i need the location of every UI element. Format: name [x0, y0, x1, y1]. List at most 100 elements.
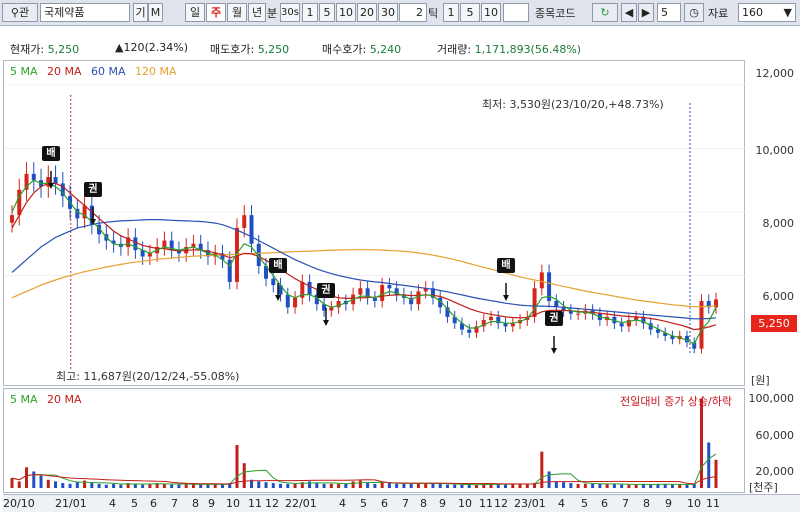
data-count-label: 자료 — [708, 7, 729, 20]
volume-bar — [445, 484, 449, 488]
y-tick: 6,000 — [762, 290, 795, 303]
volume-bar — [620, 484, 624, 488]
volume-bar — [257, 481, 261, 488]
step-field[interactable]: 5 — [657, 3, 681, 22]
tick-custom-field[interactable] — [503, 3, 529, 22]
x-tick: 23/01 — [514, 497, 546, 510]
minute-30-button[interactable]: 30 — [378, 3, 398, 22]
data-count-select[interactable]: 160 ▼ — [738, 3, 796, 22]
tick-count-field[interactable]: 2 — [399, 3, 427, 22]
minute-20-button[interactable]: 20 — [357, 3, 377, 22]
arrow-right-icon[interactable]: ▶ — [638, 3, 654, 22]
volume-chart-panel[interactable]: 5 MA 20 MA 전일대비 증가 상승/하락 — [3, 388, 745, 493]
volume-bar — [562, 482, 566, 488]
candle-body — [249, 215, 254, 244]
x-tick: 10 — [226, 497, 240, 510]
legend-20ma: 20 MA — [47, 65, 82, 78]
current-price: 현재가: 5,250 — [10, 43, 80, 56]
tick-5-button[interactable]: 5 — [460, 3, 480, 22]
dividend-marker[interactable]: 배 — [269, 258, 287, 273]
volume-bar — [612, 483, 616, 488]
volume-bar — [431, 483, 435, 488]
volume-bar — [678, 484, 682, 488]
volume-bar — [699, 398, 703, 488]
x-tick: 11 — [479, 497, 493, 510]
dividend-marker[interactable]: 배 — [497, 258, 515, 273]
minute-10-button[interactable]: 10 — [336, 3, 356, 22]
x-tick: 6 — [150, 497, 157, 510]
magnifier-icon: ⚲ — [10, 6, 19, 19]
volume-bar — [32, 471, 36, 488]
volume-bar — [90, 483, 94, 488]
minute-label: 분 — [267, 7, 278, 20]
tab-weekly[interactable]: 주 — [206, 3, 226, 22]
x-tick: 8 — [192, 497, 199, 510]
dividend-marker[interactable]: 배 — [42, 146, 60, 161]
refresh-icon[interactable]: ↻ — [592, 3, 618, 22]
legend-120ma: 120 MA — [135, 65, 177, 78]
rights-marker[interactable]: 권 — [545, 311, 563, 326]
m-button[interactable]: M — [148, 3, 163, 22]
tab-yearly[interactable]: 년 — [248, 3, 266, 22]
x-tick: 20/10 — [3, 497, 35, 510]
gi-button[interactable]: 기 — [133, 3, 148, 22]
quote-bar: 현재가: 5,250 ▲120(2.34%) 매도호가: 5,250 매수호가:… — [0, 38, 800, 58]
tick-1-button[interactable]: 1 — [443, 3, 459, 22]
volume-bar — [707, 442, 711, 488]
volume-bar — [75, 482, 79, 488]
arrow-left-icon[interactable]: ◀ — [621, 3, 637, 22]
price-chart-panel[interactable]: 5 MA 20 MA 60 MA 120 MA 최저: 3,530원(23/10… — [3, 60, 746, 386]
x-tick: 7 — [622, 497, 629, 510]
rights-marker[interactable]: 권 — [317, 283, 335, 298]
volume-bar — [358, 480, 362, 488]
volume-bar — [402, 483, 406, 488]
volume-bar — [322, 483, 326, 488]
minute-5-button[interactable]: 5 — [319, 3, 335, 22]
volume-bar — [199, 484, 203, 488]
volume-bar — [409, 483, 413, 488]
volume-bar — [627, 484, 631, 488]
low-annotation: 최저: 3,530원(23/10/20,+48.73%) — [482, 98, 664, 111]
x-tick: 4 — [558, 497, 565, 510]
x-tick: 6 — [381, 497, 388, 510]
tab-daily[interactable]: 일 — [185, 3, 205, 22]
bid-price: 매수호가: 5,240 — [322, 43, 402, 56]
candle-body — [271, 278, 276, 286]
legend-5ma: 5 MA — [10, 65, 38, 78]
clock-icon[interactable]: ◷ — [684, 3, 704, 22]
volume-bar — [46, 479, 50, 488]
stock-search-button[interactable]: ⚲관 — [2, 3, 38, 22]
rights-marker[interactable]: 권 — [84, 182, 102, 197]
candle-body — [416, 291, 421, 305]
volume-bar — [380, 482, 384, 488]
x-tick: 4 — [339, 497, 346, 510]
ask-price: 매도호가: 5,250 — [210, 43, 290, 56]
volume-bar — [97, 483, 101, 488]
volume-bar — [467, 484, 471, 488]
volume-bar — [337, 483, 341, 488]
marker-arrowhead — [551, 348, 557, 354]
minute-select[interactable]: 30s — [280, 3, 300, 22]
volume-bar — [104, 484, 108, 488]
candle-body — [358, 288, 363, 295]
x-tick: 9 — [208, 497, 215, 510]
tick-10-button[interactable]: 10 — [481, 3, 501, 22]
y-tick: 10,000 — [755, 144, 795, 157]
stock-name-field[interactable]: 국제약품 — [40, 3, 130, 22]
candle-body — [53, 177, 58, 184]
marker-arrowhead — [503, 295, 509, 301]
candle-body — [380, 285, 385, 301]
candle-body — [31, 173, 36, 181]
volume-bar — [554, 481, 558, 488]
volume-bar — [206, 484, 210, 488]
minute-1-button[interactable]: 1 — [302, 3, 318, 22]
x-tick: 5 — [131, 497, 138, 510]
volume-unit: [천주] — [749, 481, 778, 494]
volume-bar — [438, 483, 442, 488]
volume-bar — [373, 483, 377, 488]
tab-monthly[interactable]: 월 — [227, 3, 247, 22]
candle-body — [699, 300, 704, 349]
chevron-down-icon: ▼ — [783, 6, 792, 19]
volume-legend: 5 MA 20 MA — [10, 393, 88, 406]
volume-bar — [170, 484, 174, 488]
